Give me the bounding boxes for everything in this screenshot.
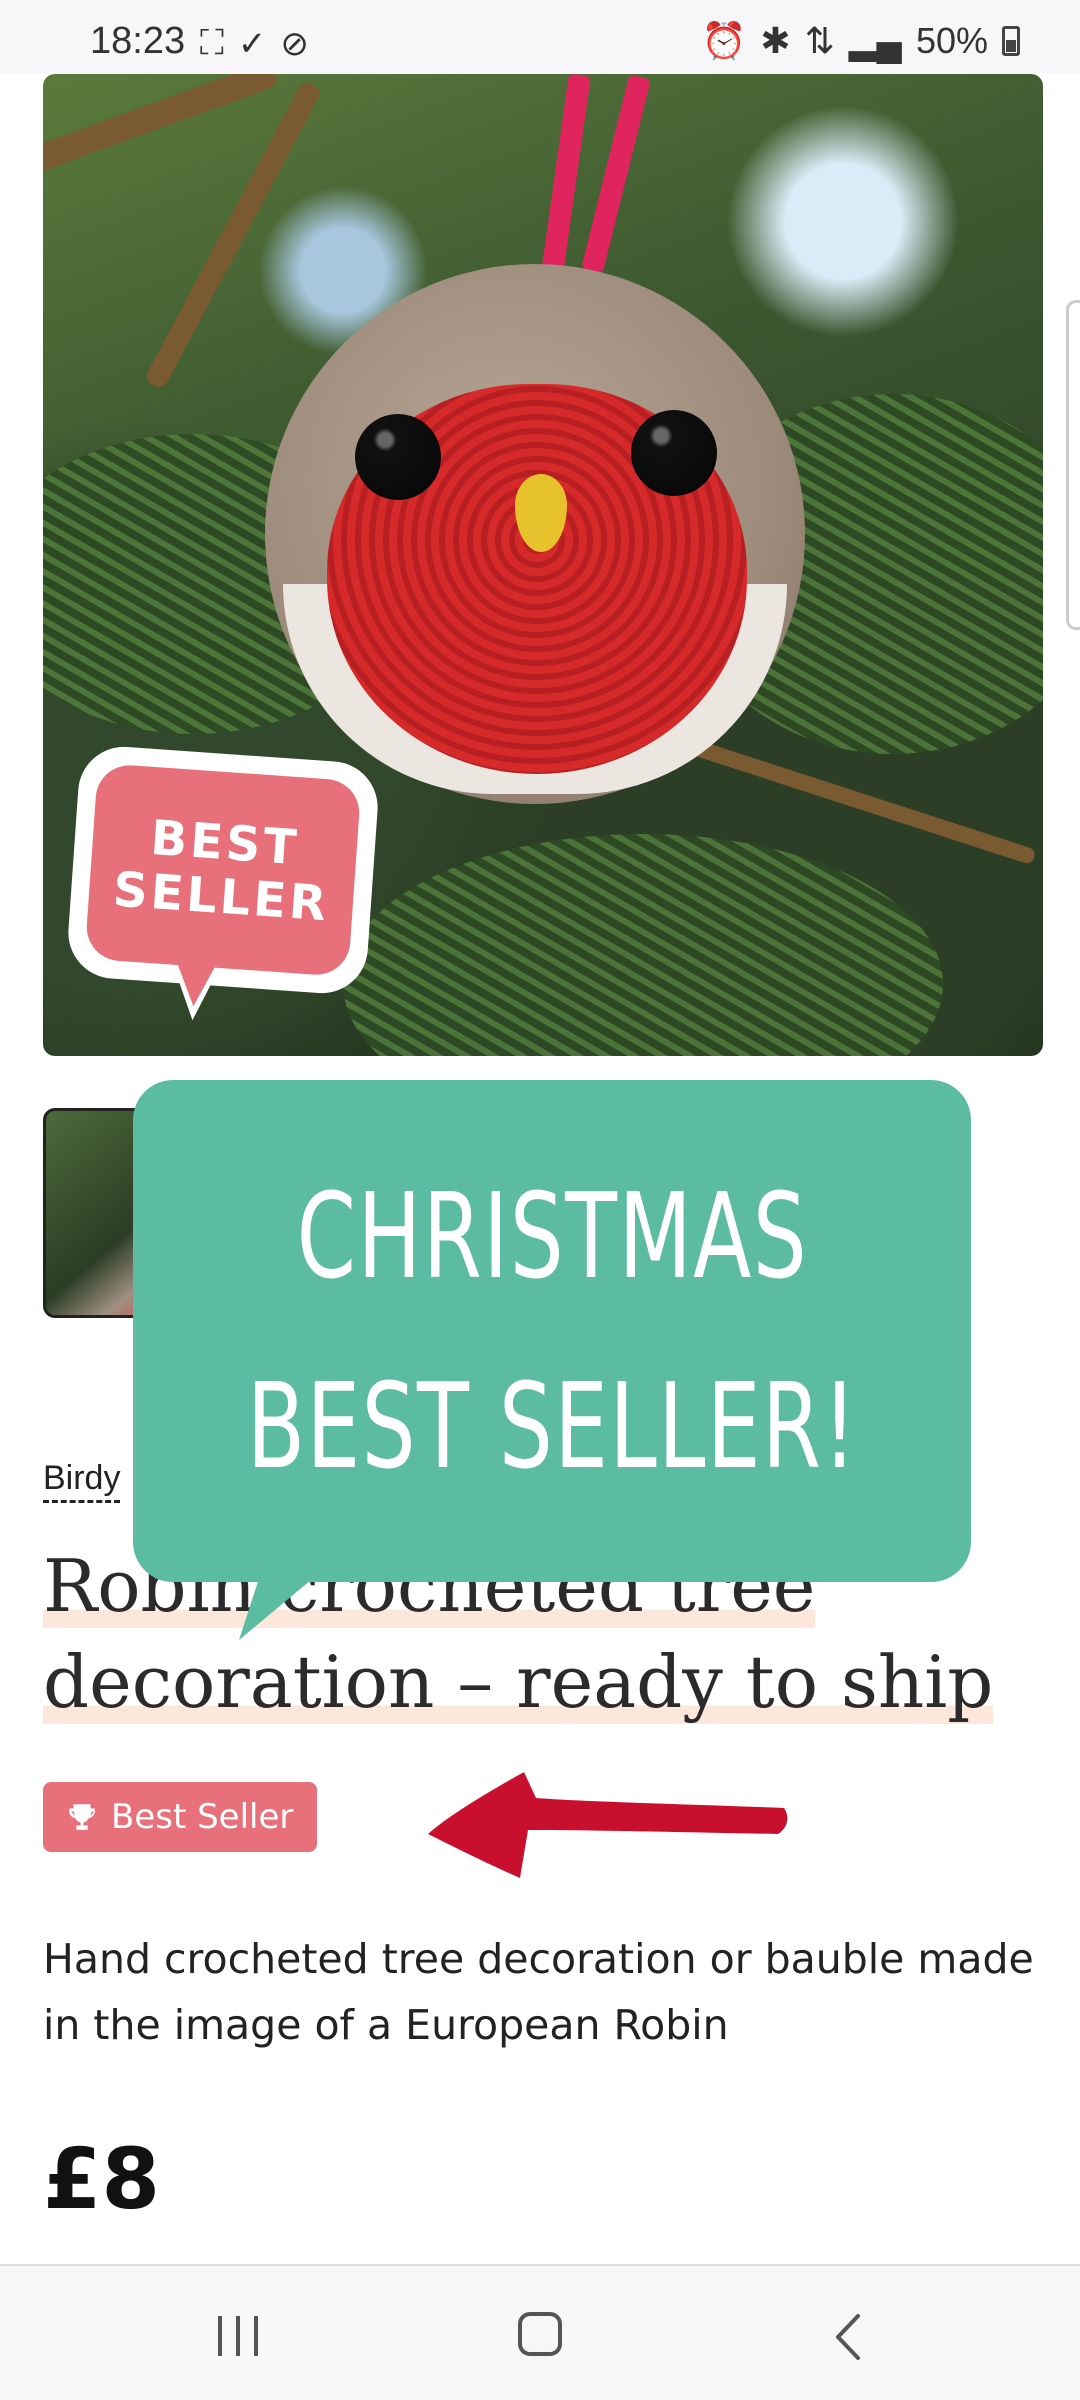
recents-icon[interactable] [218,2316,258,2356]
robin-eye [631,410,717,496]
promo-text: CHRISTMAS BEST SELLER! [246,1141,857,1521]
promo-line-1: CHRISTMAS [296,1167,808,1305]
promo-line-2: BEST SELLER! [246,1357,858,1495]
screenshot-icon: ⛶ [200,24,224,62]
back-icon[interactable] [832,2312,864,2362]
product-price: £8 [43,2130,160,2228]
robin-eye [355,414,441,500]
battery-icon [1002,26,1020,56]
branch [143,79,323,391]
bluetooth-icon: ✱ [760,20,791,61]
alarm-icon: ⏰ [701,20,747,61]
product-main-image[interactable]: BEST SELLER [43,74,1043,1056]
foliage [343,834,943,1056]
status-time: 18:23 [90,20,186,62]
battery-percent: 50% [915,20,988,61]
ribbon [581,74,651,274]
robin-bauble [265,264,805,804]
image-badge-text: BEST SELLER [111,809,331,933]
scroll-indicator[interactable] [1066,300,1080,630]
image-best-seller-badge: BEST SELLER [65,743,381,1023]
status-left-icons: ⛶ ✓ ⊘ [200,24,309,64]
branch [43,74,280,174]
best-seller-tag: Best Seller [43,1782,318,1852]
best-seller-label: Best Seller [111,1797,294,1837]
data-saver-icon: ⊘ [280,25,309,63]
signal-icon: ▂▄ [848,20,902,61]
download-done-icon: ✓ [237,25,267,63]
red-arrow-annotation [428,1772,788,1878]
home-icon[interactable] [518,2312,562,2356]
product-description: Hand crocheted tree decoration or bauble… [43,1935,1034,2049]
trophy-icon [65,1800,99,1834]
ribbon [541,74,591,275]
data-transfer-icon: ⇅ [804,20,835,61]
title-line-2: decoration – ready to ship [43,1640,994,1724]
status-bar: 18:23 ⛶ ✓ ⊘ ⏰ ✱ ⇅ ▂▄ 50% [0,0,1080,74]
promo-speech-bubble: CHRISTMAS BEST SELLER! [133,1080,971,1582]
status-right-icons: ⏰ ✱ ⇅ ▂▄ 50% [702,20,1020,62]
shop-name-link[interactable]: Birdy [43,1456,121,1503]
